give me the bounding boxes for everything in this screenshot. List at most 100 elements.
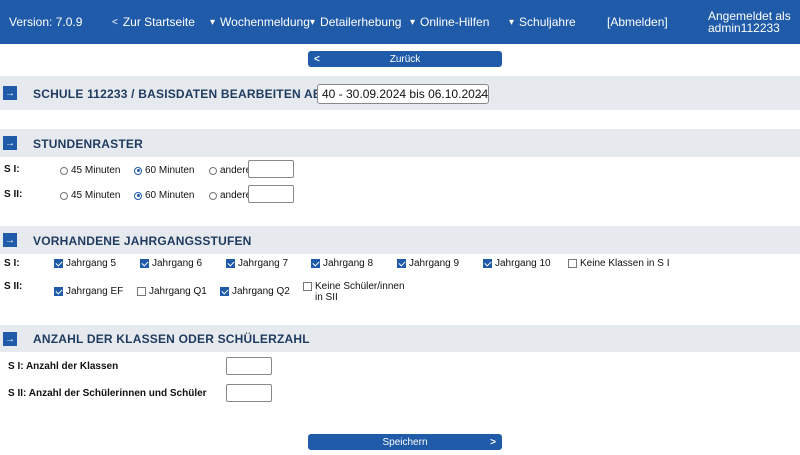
checkbox-jahrgang-7[interactable]: Jahrgang 7	[226, 258, 288, 269]
checkbox-jahrgang-8[interactable]: Jahrgang 8	[311, 258, 373, 269]
sii-andere-input[interactable]	[248, 185, 294, 203]
radio-label: 60 Minuten	[145, 190, 195, 201]
chevron-down-icon: ▾	[310, 16, 316, 28]
nav-item-detailerhebung[interactable]: ▾ Detailerhebung	[310, 0, 401, 44]
checkbox-keine-schueler-sii[interactable]: Keine Schüler/innen in SII	[303, 281, 413, 303]
stundenraster-sii-label: S II:	[4, 189, 23, 200]
checkbox-label: Jahrgang Q1	[149, 286, 207, 297]
radio-si-60[interactable]: 60 Minuten	[134, 165, 194, 176]
sii-schuelerzahl-label: S II: Anzahl der Schülerinnen und Schüle…	[8, 388, 207, 399]
chevron-left-icon: <	[112, 16, 118, 28]
logout-link[interactable]: [Abmelden]	[607, 0, 668, 44]
section-title: VORHANDENE JAHRGANGSSTUFEN	[33, 234, 252, 248]
checkbox-label: Jahrgang 5	[66, 258, 117, 269]
jahrgang-sii-label: S II:	[4, 281, 23, 292]
checkbox-box	[140, 259, 149, 268]
nav-item-online-hilfen[interactable]: ▾ Online-Hilfen	[410, 0, 489, 44]
radio-circle	[209, 166, 217, 175]
arrow-right-icon: →	[3, 136, 17, 150]
checkbox-box	[220, 287, 229, 296]
checkbox-box	[303, 282, 312, 291]
checkbox-label: Jahrgang 7	[238, 258, 289, 269]
arrow-right-icon: →	[3, 233, 17, 247]
si-anzahl-klassen-label: S I: Anzahl der Klassen	[8, 361, 119, 372]
radio-label: 45 Minuten	[71, 190, 121, 201]
radio-sii-60[interactable]: 60 Minuten	[134, 190, 194, 201]
top-navigation: Version: 7.0.9 < Zur Startseite ▾ Wochen…	[0, 0, 800, 44]
login-info: Angemeldet als admin112233	[708, 10, 791, 34]
nav-item-label: Zur Startseite	[122, 15, 195, 29]
stundenraster-si-label: S I:	[4, 164, 20, 175]
save-button-label: Speichern	[382, 436, 428, 448]
radio-sii-andere[interactable]: andere	[209, 190, 251, 201]
checkbox-box	[226, 259, 235, 268]
save-button[interactable]: Speichern >	[308, 434, 502, 450]
jahrgang-si-label: S I:	[4, 258, 20, 269]
chevron-down-icon: ▾	[410, 16, 416, 28]
checkbox-jahrgang-q2[interactable]: Jahrgang Q2	[220, 286, 290, 297]
checkbox-keine-klassen-si[interactable]: Keine Klassen in S I	[568, 258, 670, 269]
chevron-down-icon: ▾	[509, 16, 515, 28]
radio-label: 60 Minuten	[145, 165, 195, 176]
chevron-right-icon: >	[490, 436, 496, 448]
checkbox-label: Jahrgang 9	[409, 258, 460, 269]
checkbox-label: Jahrgang 6	[152, 258, 203, 269]
chevron-down-icon: ⌄	[476, 88, 484, 99]
chevron-down-icon: ▾	[210, 16, 216, 28]
checkbox-jahrgang-5[interactable]: Jahrgang 5	[54, 258, 116, 269]
back-button-label: Zurück	[389, 53, 421, 65]
nav-item-zur-startseite[interactable]: < Zur Startseite	[112, 0, 195, 44]
radio-si-45[interactable]: 45 Minuten	[60, 165, 120, 176]
si-andere-input[interactable]	[248, 160, 294, 178]
radio-circle	[134, 166, 142, 175]
radio-circle	[134, 191, 142, 200]
section-anzahl: → ANZAHL DER KLASSEN ODER SCHÜLERZAHL	[0, 325, 800, 352]
checkbox-box	[568, 259, 577, 268]
back-button[interactable]: < Zurück	[308, 51, 502, 67]
checkbox-label: Keine Schüler/innen in SII	[315, 281, 405, 303]
nav-item-label: Online-Hilfen	[420, 15, 490, 29]
version-label: Version: 7.0.9	[9, 15, 83, 29]
checkbox-jahrgang-q1[interactable]: Jahrgang Q1	[137, 286, 207, 297]
checkbox-box	[397, 259, 406, 268]
kw-select-value: 40 - 30.09.2024 bis 06.10.2024	[322, 87, 489, 101]
login-username: admin112233	[708, 21, 780, 35]
radio-circle	[60, 191, 68, 200]
chevron-left-icon: <	[314, 53, 320, 65]
nav-item-label: Detailerhebung	[320, 15, 402, 29]
section-title: STUNDENRASTER	[33, 137, 143, 151]
nav-item-label: Wochenmeldung	[220, 15, 310, 29]
radio-sii-45[interactable]: 45 Minuten	[60, 190, 120, 201]
radio-circle	[209, 191, 217, 200]
checkbox-box	[311, 259, 320, 268]
checkbox-label: Keine Klassen in S I	[580, 258, 670, 269]
arrow-right-icon: →	[3, 332, 17, 346]
section-stundenraster: → STUNDENRASTER	[0, 129, 800, 157]
si-anzahl-klassen-input[interactable]	[226, 357, 272, 375]
radio-circle	[60, 166, 68, 175]
checkbox-label: Jahrgang EF	[66, 286, 124, 297]
checkbox-box	[54, 287, 63, 296]
page-title: SCHULE 112233 / BASISDATEN BEARBEITEN AB…	[33, 87, 346, 101]
checkbox-box	[483, 259, 492, 268]
nav-item-wochenmeldung[interactable]: ▾ Wochenmeldung	[210, 0, 310, 44]
checkbox-jahrgang-10[interactable]: Jahrgang 10	[483, 258, 551, 269]
radio-label: 45 Minuten	[71, 165, 121, 176]
checkbox-jahrgang-9[interactable]: Jahrgang 9	[397, 258, 459, 269]
section-jahrgangsstufen: → VORHANDENE JAHRGANGSSTUFEN	[0, 226, 800, 254]
checkbox-jahrgang-ef[interactable]: Jahrgang EF	[54, 286, 123, 297]
checkbox-box	[54, 259, 63, 268]
radio-label: andere	[220, 190, 252, 201]
checkbox-box	[137, 287, 146, 296]
nav-item-schuljahre[interactable]: ▾ Schuljahre	[509, 0, 576, 44]
section-title: ANZAHL DER KLASSEN ODER SCHÜLERZAHL	[33, 332, 310, 346]
checkbox-jahrgang-6[interactable]: Jahrgang 6	[140, 258, 202, 269]
arrow-right-icon: →	[3, 86, 17, 100]
nav-item-label: Schuljahre	[519, 15, 576, 29]
kw-select[interactable]: 40 - 30.09.2024 bis 06.10.2024 ⌄	[317, 84, 489, 104]
sii-schuelerzahl-input[interactable]	[226, 384, 272, 402]
checkbox-label: Jahrgang 8	[323, 258, 374, 269]
checkbox-label: Jahrgang 10	[495, 258, 551, 269]
radio-si-andere[interactable]: andere	[209, 165, 251, 176]
radio-label: andere	[220, 165, 252, 176]
